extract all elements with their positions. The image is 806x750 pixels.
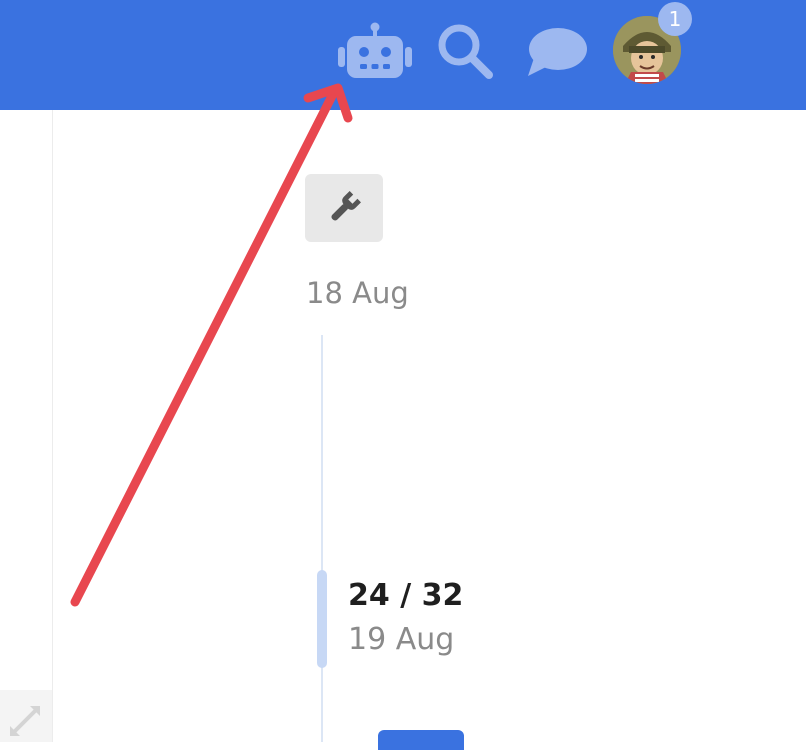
timeline-track[interactable] [321,335,323,742]
expand-button[interactable] [0,690,52,742]
search-icon[interactable] [436,22,494,80]
timeline-scroll-handle[interactable] [317,570,327,668]
admin-wrench-button[interactable] [305,174,383,242]
wrench-icon [331,191,361,221]
timeline-start-date[interactable]: 18 Aug [306,276,409,310]
top-header-bar: 1 [0,0,806,110]
timeline-position-counter: 24 / 32 [348,578,464,613]
primary-action-button[interactable] [378,730,464,750]
sidebar-divider [52,110,53,742]
chat-bubble-icon[interactable] [526,26,588,78]
expand-icon [10,706,40,736]
robot-icon[interactable] [338,22,412,80]
timeline-current-date: 19 Aug [348,622,455,657]
notification-badge: 1 [658,2,692,36]
